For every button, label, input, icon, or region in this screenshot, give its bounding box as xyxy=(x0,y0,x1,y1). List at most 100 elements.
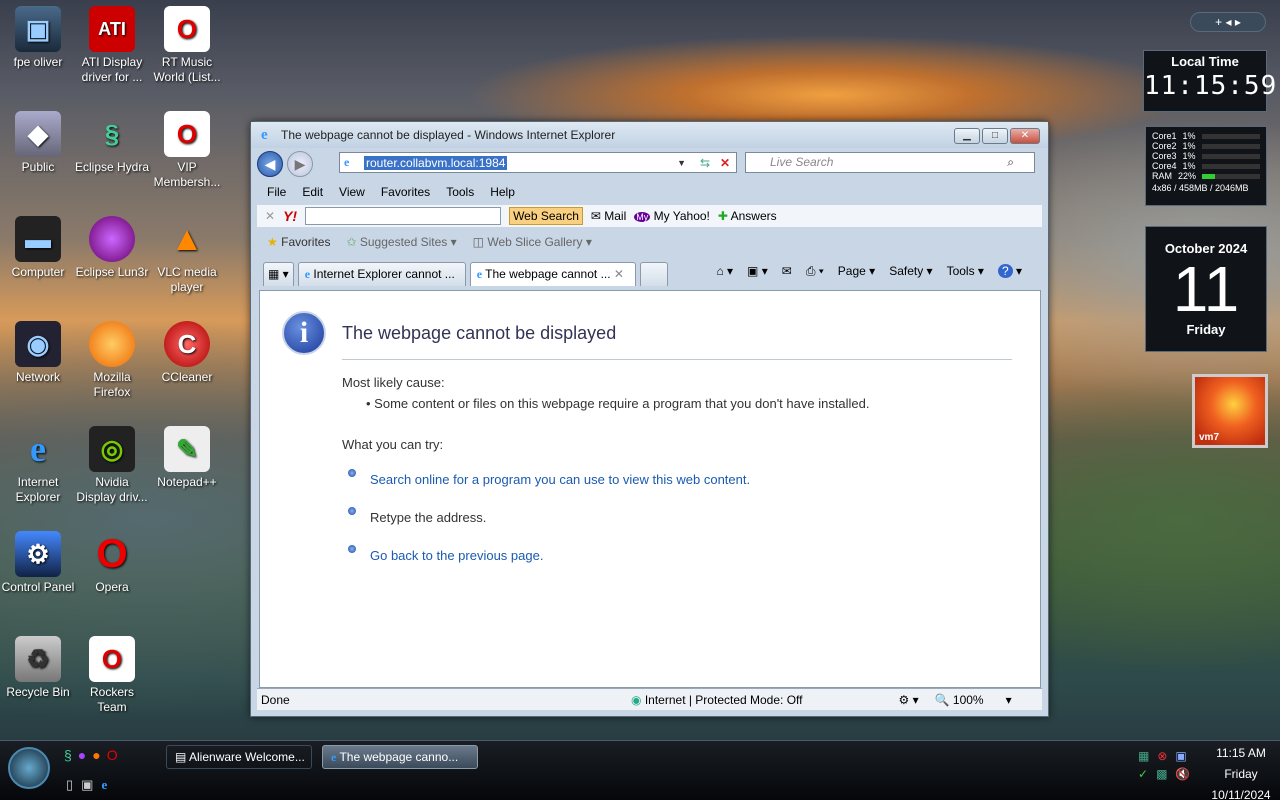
desktop-icon-control-panel[interactable]: ⚙ Control Panel xyxy=(0,531,76,595)
search-input[interactable]: Live Search ⌕ xyxy=(745,152,1035,173)
taskbar-ie[interactable]: e The webpage canno... xyxy=(322,745,478,769)
feeds-icon[interactable]: ▣ ▾ xyxy=(747,264,768,279)
eclipse-lun3r-icon xyxy=(89,216,135,262)
switch-windows-icon[interactable]: ▣ xyxy=(81,777,93,793)
clock-day-text: Friday xyxy=(1224,767,1258,781)
tab-ie-cannot[interactable]: e Internet Explorer cannot ... xyxy=(297,262,466,286)
clock[interactable]: 11:15 AM Friday 10/11/2024 xyxy=(1204,743,1278,800)
menu-help[interactable]: Help xyxy=(490,185,515,199)
desktop-icon-eclipse-lun3r[interactable]: Eclipse Lun3r xyxy=(74,216,150,280)
desktop-icon-firefox[interactable]: Mozilla Firefox xyxy=(74,321,150,400)
yahoo-logo-icon[interactable]: Y! xyxy=(283,208,297,224)
maximize-button[interactable]: □ xyxy=(982,128,1008,144)
home-icon[interactable]: ⌂ ▾ xyxy=(716,264,733,279)
desktop-icon-rockers-team[interactable]: O Rockers Team xyxy=(74,636,150,715)
system-tray-row2: ✓ ▩ 🔇 xyxy=(1138,767,1190,781)
volume-muted-icon[interactable]: 🔇 xyxy=(1175,767,1190,781)
tab-webpage-cannot[interactable]: e The webpage cannot ... ✕ xyxy=(469,262,636,286)
desktop-icon-opera[interactable]: O Opera xyxy=(74,531,150,595)
security-alert-icon[interactable]: ⊗ xyxy=(1157,749,1167,763)
ccleaner-icon: C xyxy=(164,321,210,367)
back-button[interactable]: ◀ xyxy=(257,151,283,177)
network-tray-icon[interactable]: ▦ xyxy=(1138,749,1149,763)
yahoo-search-input[interactable] xyxy=(305,207,502,225)
update-icon[interactable]: ✓ xyxy=(1138,767,1148,781)
command-bar: ⌂ ▾ ▣ ▾ ✉ ⎙ ▾ Page ▾ Safety ▾ Tools ▾ ? … xyxy=(716,264,1022,279)
desktop-icon-notepad[interactable]: ✎ Notepad++ xyxy=(149,426,225,490)
favorites-button[interactable]: ★ Favorites xyxy=(267,235,330,249)
sidebar-controls[interactable]: + ◂ ▸ xyxy=(1190,12,1266,32)
opera-icon[interactable]: O xyxy=(107,747,118,763)
web-slice-gallery-button[interactable]: ◫ Web Slice Gallery ▾ xyxy=(473,235,592,249)
menu-view[interactable]: View xyxy=(339,185,365,199)
menu-favorites[interactable]: Favorites xyxy=(381,185,430,199)
slideshow-gadget[interactable]: vm7 xyxy=(1192,374,1268,448)
stop-icon[interactable]: ✕ xyxy=(720,156,730,170)
url-text: router.collabvm.local:1984 xyxy=(364,155,508,170)
read-mail-icon[interactable]: ✉ xyxy=(782,264,792,279)
search-online-link[interactable]: Search online for a program you can use … xyxy=(370,472,750,487)
firefox-icon[interactable]: ● xyxy=(92,747,100,763)
desktop-icon-vlc[interactable]: ▲ VLC media player xyxy=(149,216,225,295)
close-button[interactable]: ✕ xyxy=(1010,128,1040,144)
zoom-dropdown[interactable]: ▾ xyxy=(1006,693,1012,707)
safely-remove-icon[interactable]: ▩ xyxy=(1156,767,1167,781)
safety-menu[interactable]: Safety ▾ xyxy=(889,264,932,279)
eclipse-lun3r-icon[interactable]: ● xyxy=(78,747,86,763)
close-toolbar-icon[interactable]: ✕ xyxy=(265,209,275,223)
window-titlebar[interactable]: e The webpage cannot be displayed - Wind… xyxy=(251,122,1048,148)
web-search-button[interactable]: Web Search xyxy=(509,207,583,225)
dropdown-arrow-icon[interactable]: ▼ xyxy=(677,158,686,168)
taskbar-alienware[interactable]: ▤ Alienware Welcome... xyxy=(166,745,312,769)
desktop-icon-internet-explorer[interactable]: e Internet Explorer xyxy=(0,426,76,505)
eclipse-hydra-icon[interactable]: § xyxy=(64,747,72,763)
desktop-icon-computer[interactable]: ▬ Computer xyxy=(0,216,76,280)
tools-menu[interactable]: Tools ▾ xyxy=(947,264,984,279)
desktop-icon-fpe-oliver[interactable]: ▣ fpe oliver xyxy=(0,6,76,70)
print-icon[interactable]: ⎙ ▾ xyxy=(806,264,824,279)
tab-close-icon[interactable]: ✕ xyxy=(614,267,624,281)
suggested-sites-button[interactable]: ✩ Suggested Sites ▾ xyxy=(346,235,456,249)
protected-mode-icon[interactable]: ⚙ ▾ xyxy=(898,693,918,707)
page-menu[interactable]: Page ▾ xyxy=(838,264,875,279)
help-icon[interactable]: ? ▾ xyxy=(997,264,1022,279)
desktop-icon-public[interactable]: ◆ Public xyxy=(0,111,76,175)
ie-icon: e xyxy=(304,267,311,281)
my-yahoo-icon: My xyxy=(634,212,651,222)
show-desktop-icon[interactable]: ▯ xyxy=(66,777,73,793)
bullet-icon xyxy=(348,545,356,553)
clock-gadget: Local Time 11:15:59 xyxy=(1143,50,1276,112)
answers-link[interactable]: ✚ Answers xyxy=(718,209,777,223)
start-button[interactable] xyxy=(8,747,50,789)
desktop-icon-vip[interactable]: O VIP Membersh... xyxy=(149,111,225,190)
page-content: i The webpage cannot be displayed Most l… xyxy=(259,290,1041,688)
quick-tabs-button[interactable]: ▦ ▾ xyxy=(263,262,294,286)
minimize-button[interactable]: ▁ xyxy=(954,128,980,144)
zone-indicator[interactable]: ◉ Internet | Protected Mode: Off xyxy=(631,693,802,707)
new-tab-button[interactable] xyxy=(639,262,668,286)
address-input[interactable]: e router.collabvm.local:1984 ▼ ⇆ ✕ xyxy=(339,152,737,173)
menu-edit[interactable]: Edit xyxy=(302,185,323,199)
desktop-icon-recycle-bin[interactable]: ♻ Recycle Bin xyxy=(0,636,76,700)
mail-link[interactable]: ✉ Mail xyxy=(591,209,626,223)
forward-button[interactable]: ▶ xyxy=(287,151,313,177)
desktop-icon-rt-music[interactable]: O RT Music World (List... xyxy=(149,6,225,85)
menu-tools[interactable]: Tools xyxy=(446,185,474,199)
desktop-icon-eclipse-hydra[interactable]: § Eclipse Hydra xyxy=(74,111,150,175)
menu-file[interactable]: File xyxy=(267,185,286,199)
refresh-icon[interactable]: ⇆ xyxy=(700,156,710,170)
search-icon[interactable]: ⌕ xyxy=(1007,153,1014,172)
page-icon: e xyxy=(344,155,350,169)
opera-shortcut-icon: O xyxy=(89,636,135,682)
desktop-icon-nvidia[interactable]: ◎ Nvidia Display driv... xyxy=(74,426,150,505)
ie-icon[interactable]: e xyxy=(101,777,107,793)
desktop-icon-ati[interactable]: ATI ATI Display driver for ... xyxy=(74,6,150,85)
go-back-link[interactable]: Go back to the previous page. xyxy=(370,548,543,563)
zoom-button[interactable]: 🔍 100% xyxy=(935,693,984,707)
my-yahoo-link[interactable]: My My Yahoo! xyxy=(634,209,710,223)
folder-icon: ◆ xyxy=(15,111,61,157)
connection-icon[interactable]: ▣ xyxy=(1175,749,1186,763)
desktop-icon-ccleaner[interactable]: C CCleaner xyxy=(149,321,225,385)
desktop-icon-network[interactable]: ◉ Network xyxy=(0,321,76,385)
slideshow-label: vm7 xyxy=(1199,432,1220,443)
